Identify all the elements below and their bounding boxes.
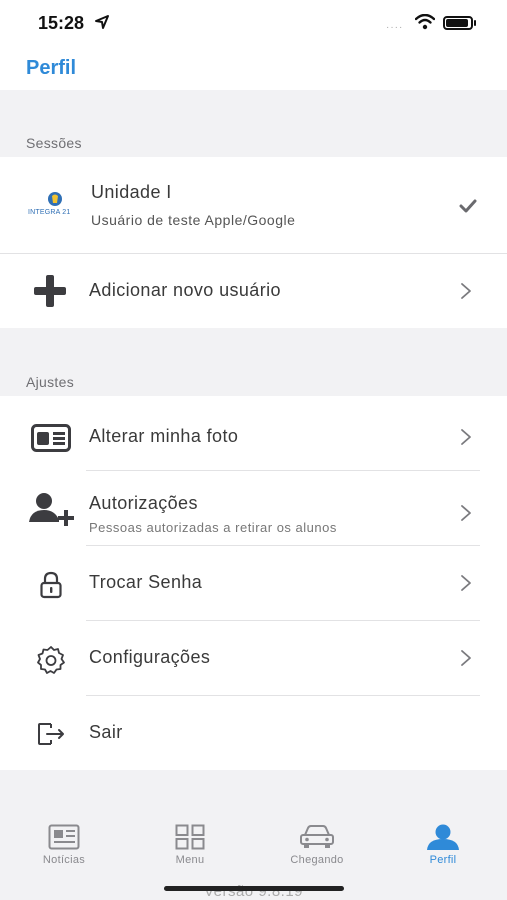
settings-item-change-password[interactable]: Trocar Senha [0,546,507,620]
logo-badge-icon [48,192,62,206]
settings-item-logout[interactable]: Sair [0,696,507,770]
home-indicator[interactable] [164,886,344,891]
gear-icon [37,646,65,674]
settings-item-label: Configurações [89,647,211,667]
tab-profile[interactable]: Perfil [398,824,488,866]
tab-label: Notícias [42,854,86,866]
settings-item-configurations[interactable]: Configurações [0,621,507,695]
add-user-label: Adicionar novo usuário [89,280,281,300]
settings-item-authorizations[interactable]: Autorizações Pessoas autorizadas a retir… [0,471,507,545]
plus-icon [34,275,66,307]
checkmark-icon [459,199,477,213]
chevron-right-icon [461,283,471,299]
settings-item-label: Sair [89,722,123,742]
lock-icon [40,571,62,599]
grid-icon [175,824,205,850]
school-logo: INTEGRA 21 [28,191,82,221]
tab-label: Menu [175,854,205,866]
settings-item-label: Autorizações [89,493,198,513]
chevron-right-icon [461,650,471,666]
tab-arriving[interactable]: Chegando [272,824,362,866]
newspaper-icon [48,824,80,850]
status-time: 15:28 [38,13,85,33]
cellular-signal-icon: ···· [386,22,404,33]
add-user-row[interactable]: Adicionar novo usuário [0,254,507,328]
tab-menu[interactable]: Menu [145,824,235,866]
person-add-icon [29,493,74,526]
location-arrow-icon [95,15,109,29]
person-icon [427,824,459,850]
tab-label: Chegando [290,854,344,866]
battery-tip [474,20,476,26]
chevron-right-icon [461,575,471,591]
settings-item-subtitle: Pessoas autorizadas a retirar os alunos [89,520,337,535]
settings-item-change-photo[interactable]: Alterar minha foto [0,396,507,470]
section-header-settings: Ajustes [26,374,75,390]
chevron-right-icon [461,429,471,445]
status-bar: 15:28 ···· [0,0,507,48]
logout-icon [38,723,64,745]
account-row[interactable]: INTEGRA 21 Unidade I Usuário de teste Ap… [0,157,507,253]
settings-item-label: Alterar minha foto [89,426,239,446]
logo-text: INTEGRA 21 [28,209,71,216]
tab-label: Perfil [429,854,457,866]
nav-bar: Perfil [0,48,507,90]
sessions-group: INTEGRA 21 Unidade I Usuário de teste Ap… [0,157,507,328]
page-title: Perfil [26,57,77,79]
chevron-right-icon [461,505,471,521]
id-card-icon [31,424,71,452]
settings-group: Alterar minha foto Autorizações Pessoas … [0,396,507,770]
account-subtitle: Usuário de teste Apple/Google [91,212,296,228]
battery-icon [443,16,473,30]
wifi-icon [415,14,435,30]
settings-item-label: Trocar Senha [89,572,203,592]
car-icon [300,825,334,848]
section-header-sessions: Sessões [26,135,82,151]
tab-news[interactable]: Notícias [19,824,109,866]
account-name: Unidade I [91,182,172,202]
